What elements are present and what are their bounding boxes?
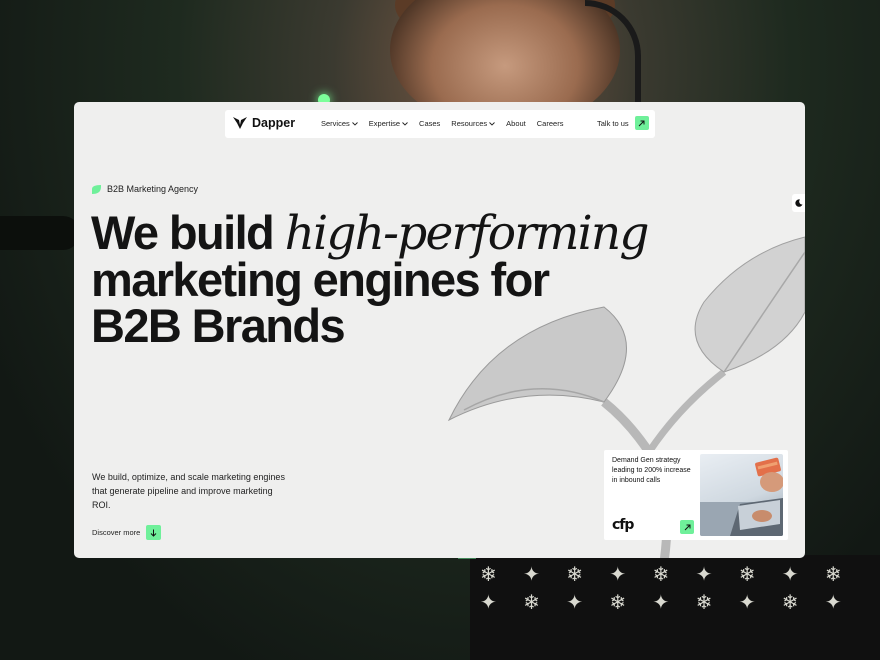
background-ledge: [0, 216, 80, 250]
sweater-pattern: ✦ ❄ ✦ ❄ ✦ ❄ ✦ ❄ ✦: [480, 590, 852, 614]
talk-to-us-button[interactable]: Talk to us: [597, 116, 649, 130]
arrow-up-right-icon: [634, 116, 649, 130]
nav-item-label: Resources: [451, 119, 488, 128]
client-logo: cfp: [612, 517, 634, 533]
nav-item-label: Expertise: [368, 119, 401, 128]
arrow-down-icon: [146, 525, 162, 540]
navbar: Dapper Services Expertise Cases Resource…: [225, 110, 655, 138]
nav-item-label: Careers: [536, 119, 564, 128]
background-headphones: [585, 0, 641, 106]
chevron-down-icon: [489, 121, 495, 126]
hero-tag-label: B2B Marketing Agency: [107, 184, 199, 194]
chevron-down-icon: [402, 121, 408, 126]
nav-item-about[interactable]: About: [506, 119, 526, 128]
nav-item-label: About: [506, 119, 526, 128]
chevron-down-icon: [351, 121, 358, 126]
website-window: Dapper Services Expertise Cases Resource…: [74, 102, 805, 558]
nav-item-careers[interactable]: Careers: [537, 119, 564, 128]
nav-menu: Services Expertise Cases Resources About…: [321, 119, 563, 128]
nav-item-resources[interactable]: Resources: [451, 119, 495, 128]
discover-more-button[interactable]: Discover more: [92, 525, 162, 540]
headline-line-3: B2B Brands: [91, 299, 346, 352]
discover-label: Discover more: [92, 528, 141, 537]
sweater-pattern: ❄ ✦ ❄ ✦ ❄ ✦ ❄ ✦ ❄: [480, 562, 852, 586]
case-study-card[interactable]: Demand Gen strategy leading to 200% incr…: [604, 450, 788, 540]
hero-subtext: We build, optimize, and scale marketing …: [92, 472, 285, 510]
headline-text: We build: [91, 206, 285, 259]
case-study-image: [700, 454, 783, 536]
nav-item-label: Cases: [419, 119, 441, 128]
moon-icon: [795, 199, 803, 207]
hero-tag: B2B Marketing Agency: [92, 184, 198, 194]
logo-mark-icon: [233, 117, 247, 129]
nav-item-services[interactable]: Services: [321, 119, 358, 128]
cta-label: Talk to us: [597, 118, 629, 128]
nav-item-expertise[interactable]: Expertise: [369, 119, 408, 128]
logo-text: Dapper: [252, 116, 296, 130]
arrow-up-right-icon[interactable]: [680, 520, 694, 534]
case-study-text: Demand Gen strategy leading to 200% incr…: [612, 457, 691, 484]
theme-toggle-button[interactable]: [792, 194, 805, 212]
logo[interactable]: Dapper: [233, 116, 295, 130]
nav-item-label: Services: [321, 119, 350, 128]
nav-item-cases[interactable]: Cases: [419, 119, 440, 128]
leaf-icon: [92, 184, 101, 194]
